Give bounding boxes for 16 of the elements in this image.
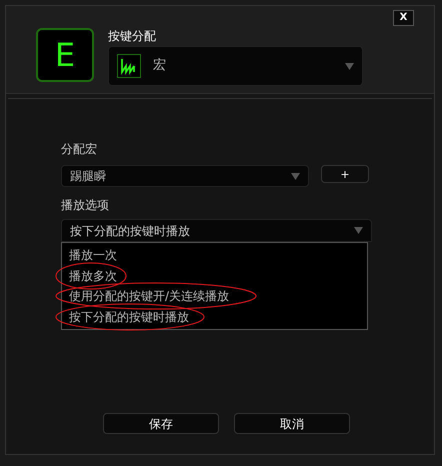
dialog-button[interactable]: 保存 bbox=[103, 413, 219, 434]
dialog-button[interactable]: 取消 bbox=[234, 413, 350, 434]
macro-icon bbox=[117, 54, 141, 78]
caret-icon bbox=[354, 227, 363, 234]
caret-icon bbox=[291, 172, 300, 180]
key-tile: E bbox=[36, 28, 94, 82]
close-button[interactable]: X bbox=[393, 10, 414, 26]
assignment-dropdown[interactable]: 宏 bbox=[108, 46, 363, 86]
playback-label: 播放选项 bbox=[61, 197, 110, 213]
add-button[interactable]: + bbox=[321, 165, 369, 183]
playback-option[interactable]: 播放一次 bbox=[69, 246, 117, 264]
playback-dropdown[interactable]: 按下分配的按键时播放 bbox=[61, 219, 372, 242]
assignment-label: 按键分配 bbox=[108, 28, 157, 44]
macro-label: 分配宏 bbox=[61, 141, 98, 157]
macro-dropdown[interactable]: 踢腿瞬 bbox=[61, 165, 309, 187]
caret-icon bbox=[345, 62, 354, 70]
